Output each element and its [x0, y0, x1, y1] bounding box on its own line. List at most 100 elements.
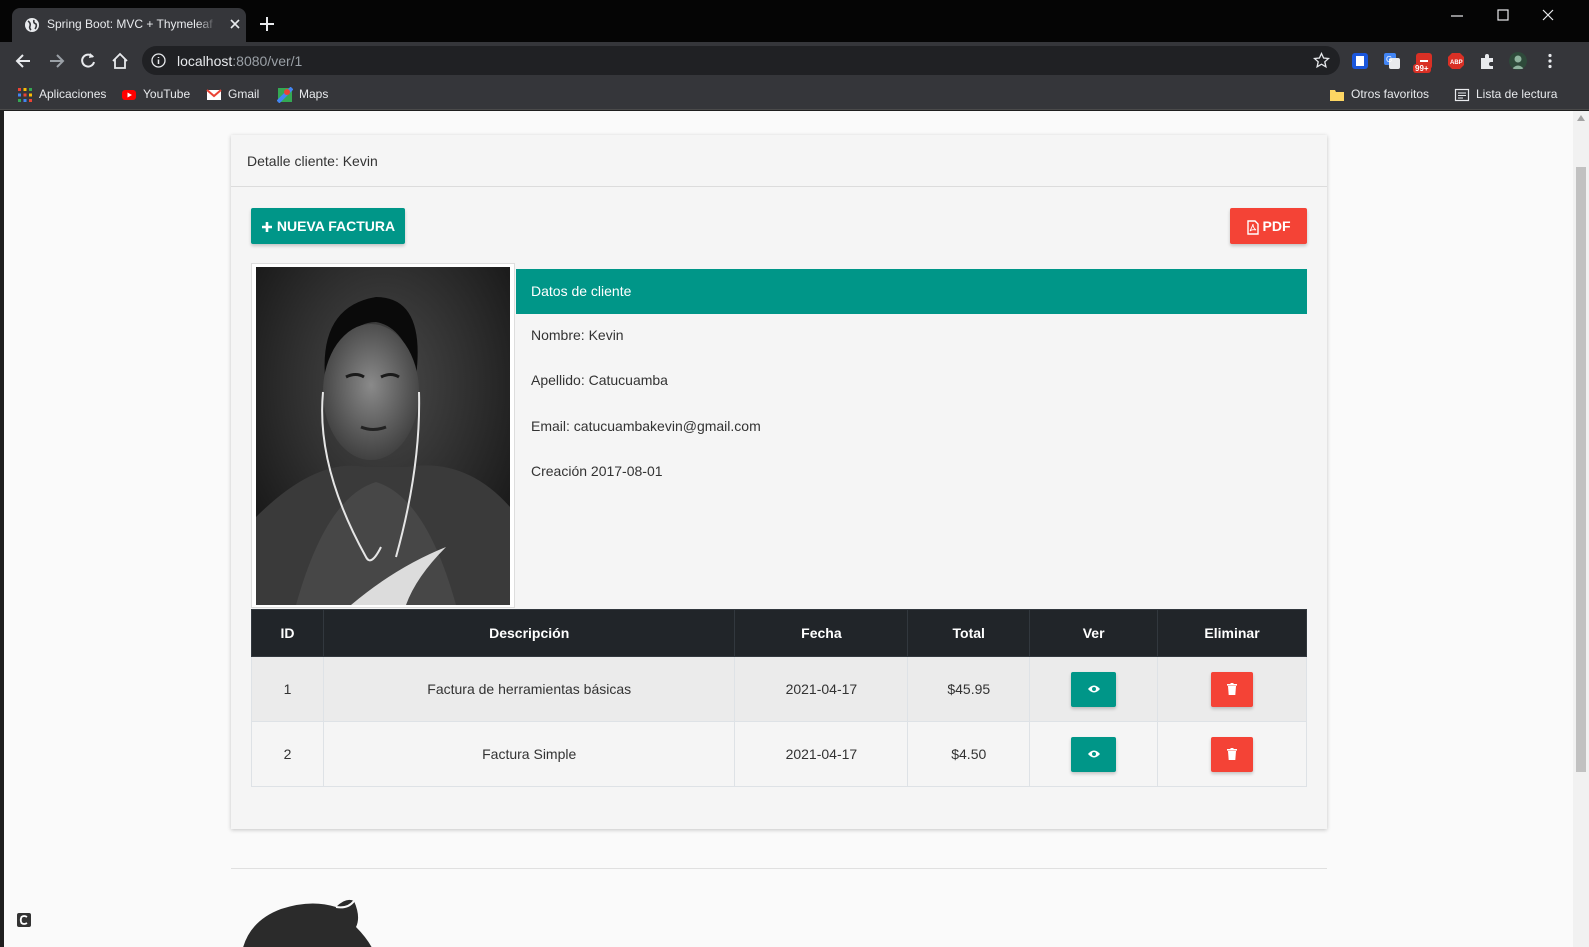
client-data-title: Datos de cliente: [531, 283, 632, 299]
new-tab-icon[interactable]: [258, 15, 276, 33]
client-created: Creación 2017-08-01: [531, 463, 663, 479]
invoice-description: Factura Simple: [322, 721, 736, 787]
extension-badge: 99+: [1413, 64, 1431, 73]
close-tab-icon[interactable]: [227, 16, 243, 32]
bookmark-youtube[interactable]: YouTube: [121, 86, 190, 104]
col-view: Ver: [1029, 609, 1159, 657]
view-cell: [1029, 721, 1159, 787]
browser-tab-bar: Spring Boot: MVC + Thymeleaf + Data JPA: [0, 0, 1589, 42]
url-host: localhost: [177, 53, 233, 69]
globe-icon: [25, 18, 39, 32]
address-bar[interactable]: localhost:8080/ver/1: [142, 46, 1340, 75]
client-surname: Apellido: Catucuamba: [531, 372, 668, 388]
footer-logo-icon: [243, 899, 372, 947]
bookmark-label: YouTube: [143, 87, 191, 101]
table-row: 2 Factura Simple 2021-04-17 $4.50: [251, 721, 1307, 787]
browser-toolbar: localhost:8080/ver/1 G ABP: [0, 42, 1589, 79]
delete-invoice-button[interactable]: [1211, 671, 1254, 707]
table-header-row: ID Descripción Fecha Total Ver Eliminar: [251, 609, 1307, 657]
reload-icon[interactable]: [78, 51, 98, 71]
new-invoice-label: NUEVA FACTURA: [276, 218, 396, 234]
invoice-description: Factura de herramientas básicas: [322, 656, 736, 722]
close-window-icon[interactable]: [1536, 6, 1560, 26]
profile-avatar-icon[interactable]: [1509, 52, 1527, 70]
footer-divider: [231, 868, 1327, 869]
browser-tab[interactable]: Spring Boot: MVC + Thymeleaf + Data JPA: [12, 8, 246, 42]
minimize-window-icon[interactable]: [1445, 6, 1469, 26]
url-text: localhost:8080/ver/1: [177, 53, 302, 69]
bookmarks-bar: Aplicaciones YouTube Gmail Maps Otros fa…: [0, 79, 1589, 110]
col-id: ID: [251, 609, 324, 657]
adblock-plus-icon[interactable]: ABP: [1447, 52, 1465, 70]
bookmark-label: Gmail: [228, 87, 260, 101]
delete-cell: [1157, 656, 1307, 722]
table-row: 1 Factura de herramientas básicas 2021-0…: [251, 656, 1307, 722]
col-delete: Eliminar: [1157, 609, 1307, 657]
folder-icon: [1330, 89, 1344, 101]
eye-icon: [1087, 685, 1100, 693]
view-invoice-button[interactable]: [1071, 736, 1117, 772]
svg-text:G: G: [1386, 55, 1392, 64]
trash-icon: [1227, 748, 1238, 760]
bookmark-label: Lista de lectura: [1476, 87, 1558, 101]
invoice-total: $4.50: [907, 721, 1031, 787]
trash-icon: [1227, 683, 1238, 695]
url-path: :8080/ver/1: [232, 53, 303, 69]
youtube-icon: [122, 89, 136, 100]
client-detail-card: Detalle cliente: Kevin NUEVA FACTURA PDF: [231, 135, 1327, 829]
delete-cell: [1157, 721, 1307, 787]
bookmark-aplicaciones[interactable]: Aplicaciones: [17, 86, 106, 104]
invoices-table: ID Descripción Fecha Total Ver Eliminar …: [251, 609, 1307, 787]
bookmark-star-icon[interactable]: [1313, 52, 1330, 69]
forward-icon[interactable]: [46, 51, 66, 71]
eye-icon: [1087, 750, 1100, 758]
tab-title: Spring Boot: MVC + Thymeleaf + Data JPA: [47, 17, 217, 31]
plus-icon: [261, 222, 272, 233]
view-cell: [1029, 656, 1159, 722]
scrollbar-thumb[interactable]: [1576, 167, 1586, 772]
col-description: Descripción: [322, 609, 736, 657]
invoice-date: 2021-04-17: [734, 656, 909, 722]
extension-corner-icon[interactable]: [16, 912, 32, 928]
pdf-button[interactable]: PDF: [1230, 208, 1307, 244]
client-name: Nombre: Kevin: [531, 327, 624, 343]
reading-list-icon: [1454, 88, 1470, 101]
invoice-id: 1: [251, 656, 324, 722]
bookmark-maps[interactable]: Maps: [277, 86, 328, 104]
view-invoice-button[interactable]: [1071, 671, 1117, 707]
maximize-window-icon[interactable]: [1491, 6, 1515, 26]
card-header: Detalle cliente: Kevin: [231, 135, 1327, 187]
back-icon[interactable]: [14, 51, 34, 71]
scroll-up-icon[interactable]: [1577, 115, 1585, 121]
col-total: Total: [907, 609, 1031, 657]
apps-grid-icon: [18, 87, 32, 102]
gmail-icon: [206, 89, 222, 100]
bookmark-otros-favoritos[interactable]: Otros favoritos: [1329, 86, 1429, 104]
extensions-puzzle-icon[interactable]: [1478, 52, 1496, 70]
client-photo: [256, 267, 510, 605]
delete-invoice-button[interactable]: [1211, 736, 1254, 772]
bookmark-label: Maps: [299, 87, 329, 101]
client-data-header: Datos de cliente: [516, 269, 1307, 314]
pdf-label: PDF: [1262, 218, 1291, 234]
new-invoice-button[interactable]: NUEVA FACTURA: [251, 208, 405, 244]
invoice-total: $45.95: [907, 656, 1031, 722]
bookmark-label: Otros favoritos: [1351, 87, 1430, 101]
bookmark-gmail[interactable]: Gmail: [206, 86, 259, 104]
invoice-id: 2: [251, 721, 324, 787]
google-translate-icon[interactable]: G: [1383, 52, 1401, 70]
client-email: Email: catucuambakevin@gmail.com: [531, 418, 761, 434]
invoice-date: 2021-04-17: [734, 721, 909, 787]
extension-shield-icon[interactable]: [1351, 52, 1369, 70]
site-info-icon[interactable]: [151, 53, 166, 68]
col-date: Fecha: [734, 609, 909, 657]
reading-list[interactable]: Lista de lectura: [1454, 86, 1557, 104]
file-pdf-icon: [1246, 220, 1259, 235]
home-icon[interactable]: [110, 51, 130, 71]
client-photo-frame: [251, 263, 515, 608]
page-scrollbar[interactable]: [1573, 111, 1589, 947]
maps-icon: [277, 86, 293, 103]
browser-menu-icon[interactable]: [1541, 52, 1559, 70]
card-title: Detalle cliente: Kevin: [247, 153, 378, 169]
bookmark-label: Aplicaciones: [39, 87, 107, 101]
